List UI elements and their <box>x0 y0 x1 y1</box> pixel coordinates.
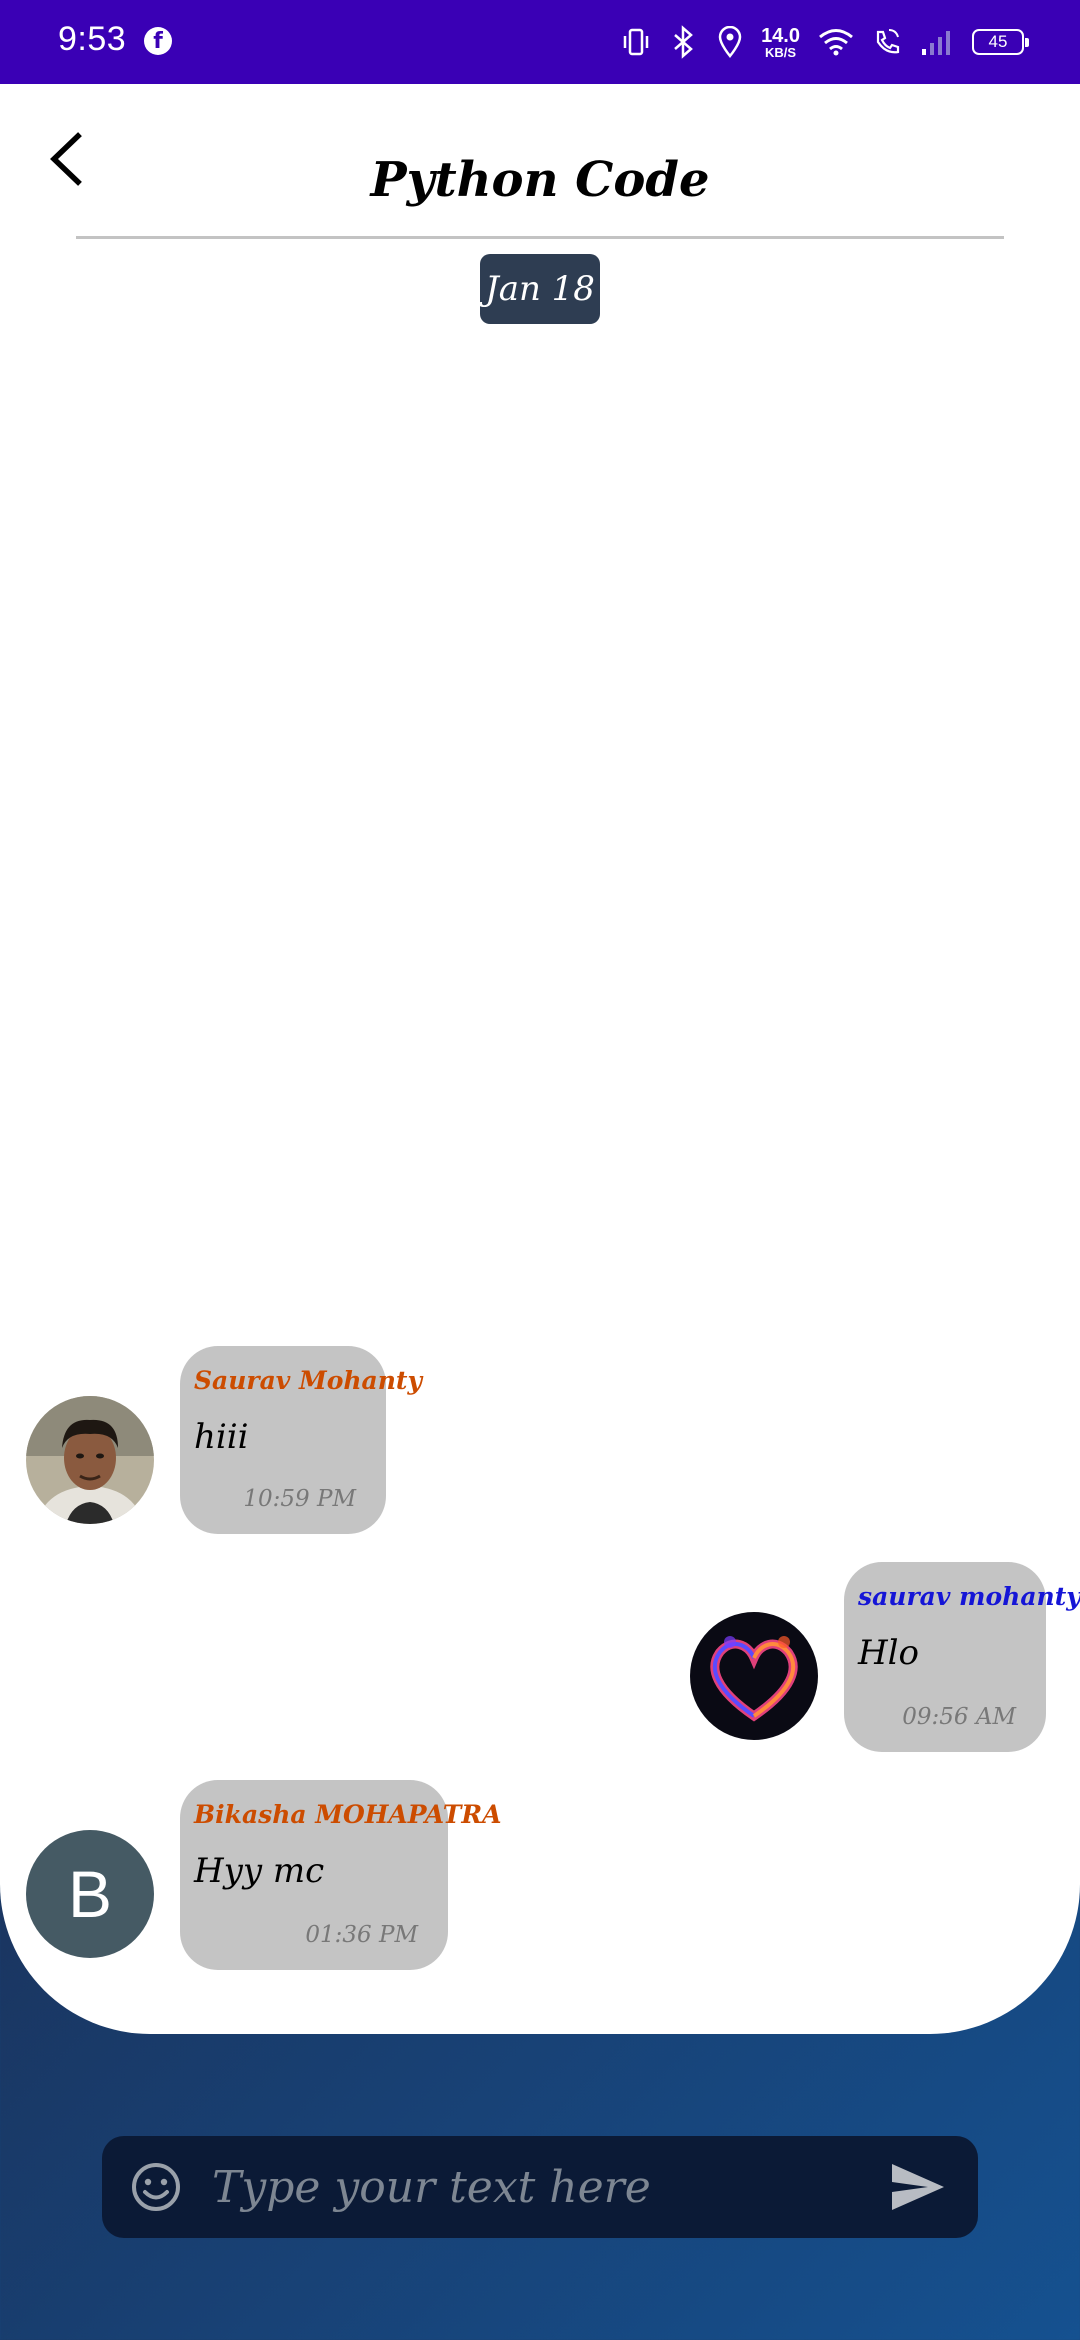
avatar[interactable] <box>26 1396 154 1524</box>
message-text: Hyy mc <box>194 1851 325 1891</box>
location-icon <box>718 26 742 58</box>
message-bubble[interactable]: saurav mohanty Hlo 09:56 AM <box>844 1562 1080 1752</box>
send-button[interactable] <box>888 2160 948 2214</box>
message-sender: Saurav Mohanty <box>194 1366 423 1395</box>
avatar[interactable] <box>690 1612 818 1740</box>
facebook-icon: f <box>144 27 172 55</box>
wifi-calling-icon <box>876 29 900 54</box>
network-speed: 14.0 KB/S <box>761 26 800 59</box>
network-speed-value: 14.0 <box>761 24 800 47</box>
cellular-signal-icon <box>922 31 950 55</box>
vibrate-icon <box>623 28 649 56</box>
message-input[interactable] <box>212 2150 852 2224</box>
status-bar: 9:53 f 14.0 KB/S 45 <box>0 0 1080 84</box>
message-text: Hlo <box>858 1633 919 1673</box>
heart-image <box>690 1612 818 1740</box>
avatar[interactable]: B <box>26 1830 154 1958</box>
message-sender: saurav mohanty <box>858 1582 1080 1611</box>
wifi-icon <box>819 29 853 56</box>
message-bubble[interactable]: Saurav Mohanty hiii 10:59 PM <box>180 1346 423 1534</box>
date-chip: Jan 18 <box>480 254 600 324</box>
status-time: 9:53 <box>58 20 127 58</box>
smiley-icon <box>132 2163 180 2211</box>
header-divider <box>76 236 1004 239</box>
message-composer <box>102 2136 978 2238</box>
message-text: hiii <box>194 1417 249 1457</box>
bluetooth-icon <box>674 25 693 59</box>
message-bubble[interactable]: Bikasha MOHAPATRA Hyy mc 01:36 PM <box>180 1780 502 1970</box>
emoji-button[interactable] <box>130 2161 182 2213</box>
page-title: Python Code <box>370 152 710 208</box>
send-icon <box>892 2164 944 2210</box>
message-sender: Bikasha MOHAPATRA <box>194 1800 502 1829</box>
status-icons: 14.0 KB/S 45 <box>621 22 1029 62</box>
chat-panel: Python Code Jan 18 Saurav Mohanty hiii 1… <box>0 84 1080 2034</box>
network-speed-unit: KB/S <box>765 44 797 60</box>
battery-icon: 45 <box>972 29 1029 55</box>
message-time: 09:56 AM <box>902 1704 1016 1730</box>
message-time: 10:59 PM <box>243 1486 356 1512</box>
user-photo <box>26 1396 154 1524</box>
message-time: 01:36 PM <box>305 1922 418 1948</box>
